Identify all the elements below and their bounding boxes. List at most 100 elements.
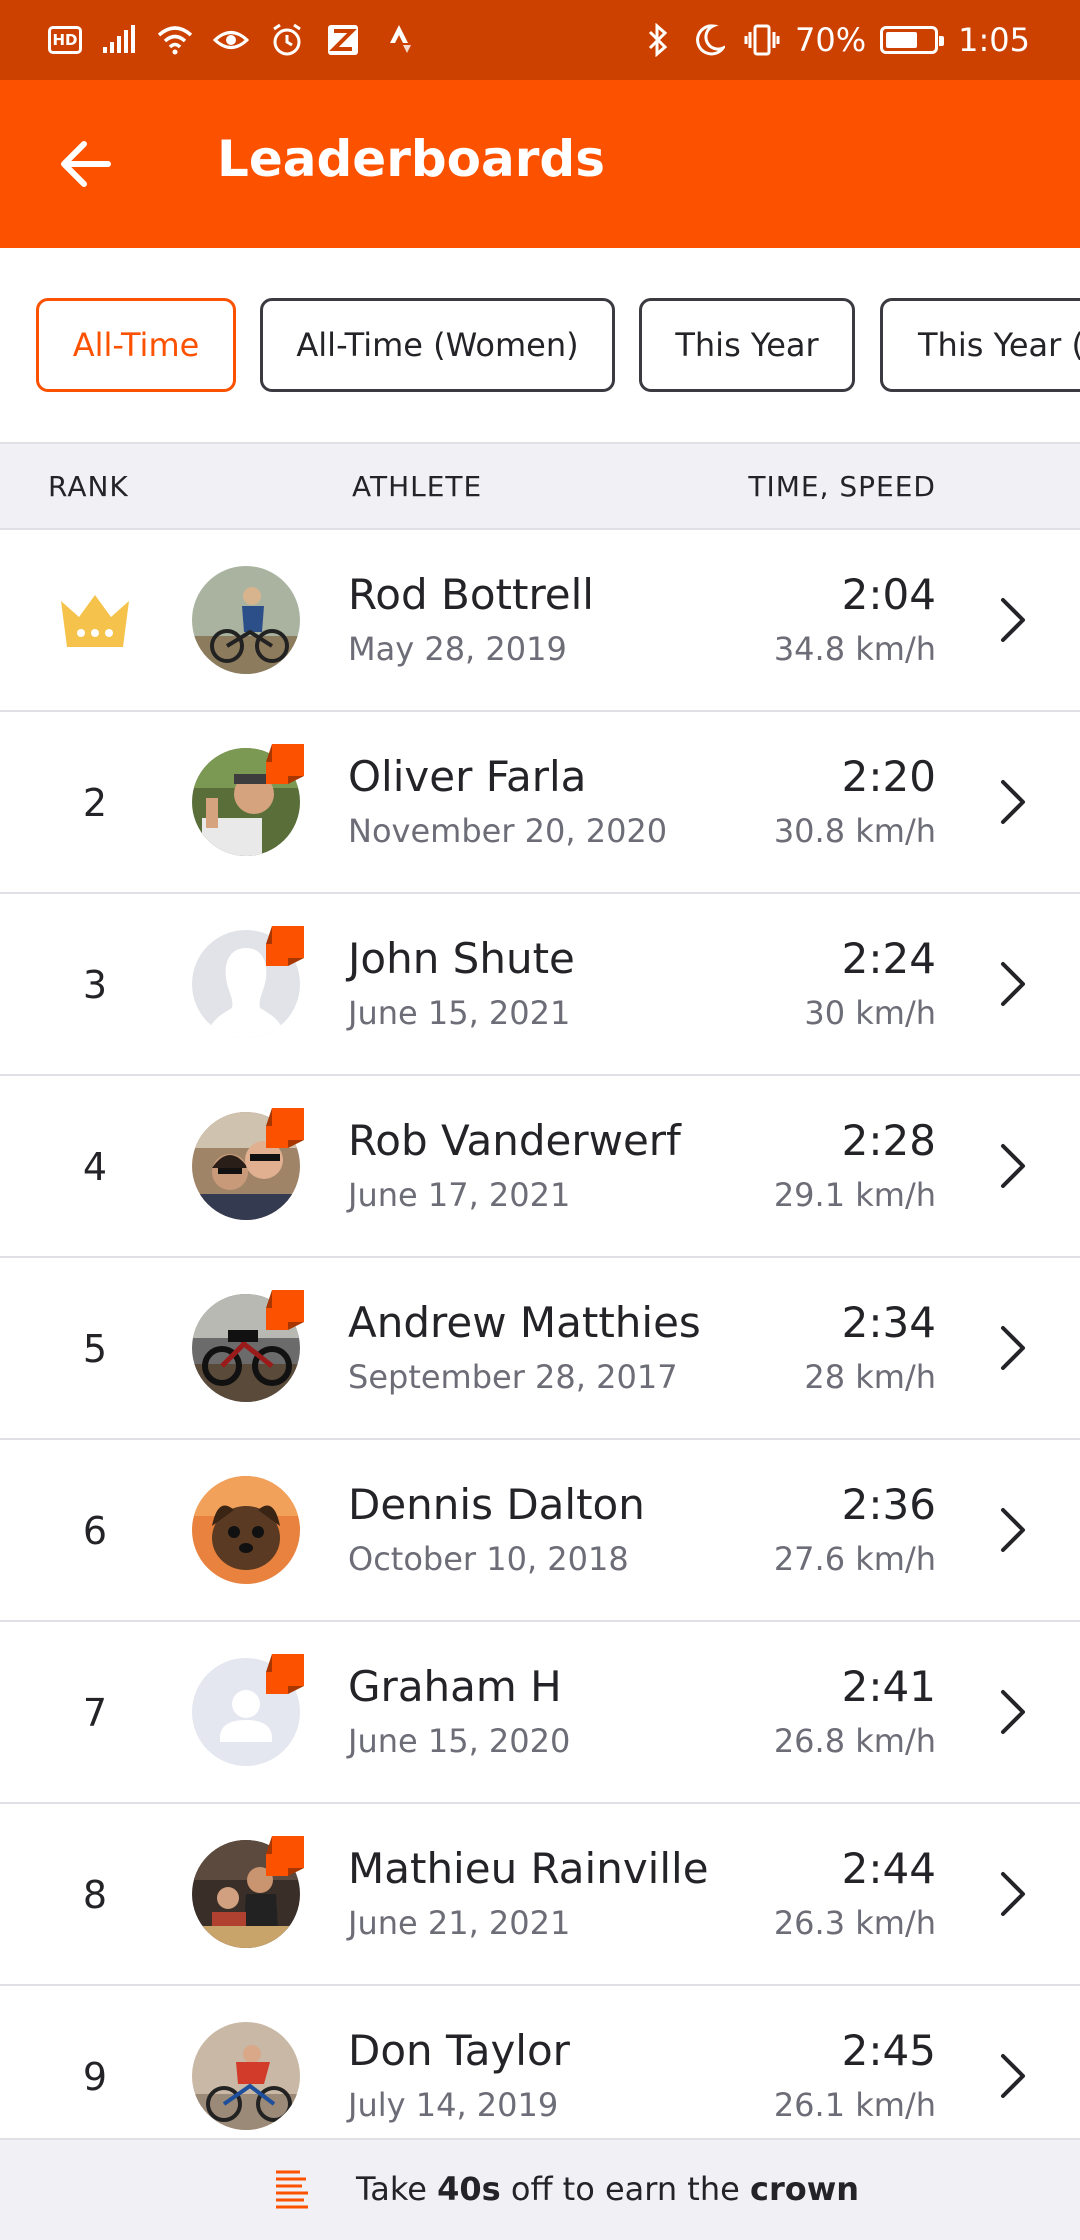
subscriber-badge-icon	[264, 1106, 306, 1150]
leaderboard-row[interactable]: 2 Oliver Farla November 20, 2020 2:20 30.8 k…	[0, 712, 1080, 894]
column-header: RANK ATHLETE TIME, SPEED	[0, 442, 1080, 530]
subscriber-badge-icon	[264, 742, 306, 786]
hd-icon: HD	[48, 26, 82, 54]
crown-footer[interactable]: Take 40s off to earn the crown	[0, 2138, 1080, 2240]
battery-percent: 70%	[795, 21, 867, 59]
segment-icon	[272, 2168, 312, 2214]
effort-speed: 29.1 km/h	[773, 1176, 936, 1214]
effort-date: September 28, 2017	[348, 1358, 678, 1396]
signal-icon	[100, 21, 138, 59]
chip-all-time-women[interactable]: All-Time (Women)	[260, 298, 615, 392]
status-bar-left: HD	[48, 18, 418, 62]
effort-time: 2:34	[841, 1298, 936, 1347]
rank-number: 7	[82, 1691, 108, 1735]
footer-time: 40s	[437, 2170, 501, 2208]
athlete-name: Mathieu Rainville	[348, 1844, 709, 1893]
athlete-name: John Shute	[348, 934, 575, 983]
effort-time: 2:28	[841, 1116, 936, 1165]
rank-number: 8	[82, 1873, 108, 1917]
rank-cell	[40, 530, 150, 712]
athlete-name: Graham H	[348, 1662, 562, 1711]
alarm-icon	[268, 21, 306, 59]
chevron-right-icon[interactable]	[982, 1500, 1042, 1560]
effort-date: July 14, 2019	[348, 2086, 559, 2124]
back-button[interactable]	[40, 124, 130, 204]
chevron-right-icon[interactable]	[982, 1136, 1042, 1196]
effort-date: June 15, 2021	[348, 994, 571, 1032]
vibrate-icon	[743, 21, 781, 59]
athlete-name: Oliver Farla	[348, 752, 587, 801]
avatar[interactable]	[192, 1476, 300, 1584]
leaderboard-row[interactable]: Rod Bottrell May 28, 2019 2:04 34.8 km/h	[0, 530, 1080, 712]
effort-date: October 10, 2018	[348, 1540, 629, 1578]
arrow-left-icon	[61, 141, 111, 187]
athlete-name: Rob Vanderwerf	[348, 1116, 681, 1165]
effort-time: 2:44	[841, 1844, 936, 1893]
leaderboard-row[interactable]: 7 Graham H June 15, 2020 2:41 26.8 km/h	[0, 1622, 1080, 1804]
avatar[interactable]	[192, 566, 300, 674]
moon-icon	[691, 21, 729, 59]
rank-number: 6	[82, 1509, 108, 1553]
avatar[interactable]	[192, 2022, 300, 2130]
leaderboard-row[interactable]: 8 Mathieu Rainville June 21, 2021 2:44 26.3 …	[0, 1804, 1080, 1986]
subscriber-badge-icon	[264, 1652, 306, 1696]
athlete-name: Dennis Dalton	[348, 1480, 645, 1529]
footer-prefix: Take	[356, 2170, 438, 2208]
effort-date: May 28, 2019	[348, 630, 567, 668]
effort-time: 2:04	[841, 570, 936, 619]
effort-time: 2:36	[841, 1480, 936, 1529]
column-time-speed: TIME, SPEED	[748, 470, 936, 503]
effort-time: 2:24	[841, 934, 936, 983]
chevron-right-icon[interactable]	[982, 2046, 1042, 2106]
chevron-right-icon[interactable]	[982, 590, 1042, 650]
athlete-name: Andrew Matthies	[348, 1298, 701, 1347]
leaderboard-row[interactable]: 6 Dennis Dalton October 10, 2018 2:36 27.6 k…	[0, 1440, 1080, 1622]
chip-all-time[interactable]: All-Time	[36, 298, 236, 392]
chevron-right-icon[interactable]	[982, 1864, 1042, 1924]
battery-fill	[886, 32, 917, 48]
effort-speed: 28 km/h	[804, 1358, 936, 1396]
chip-this-year[interactable]: This Year	[639, 298, 855, 392]
crown-icon	[61, 595, 129, 647]
effort-date: November 20, 2020	[348, 812, 668, 850]
effort-date: June 17, 2021	[348, 1176, 571, 1214]
leaderboard-row[interactable]: 4 Rob Vanderwerf June 17, 2021 2:28 29.1 km/…	[0, 1076, 1080, 1258]
athlete-name: Rod Bottrell	[348, 570, 594, 619]
effort-speed: 27.6 km/h	[773, 1540, 936, 1578]
effort-speed: 26.1 km/h	[773, 2086, 936, 2124]
wifi-icon	[156, 21, 194, 59]
status-bar: HD 70% 1:05	[0, 0, 1080, 80]
rank-number: 3	[82, 963, 108, 1007]
bluetooth-icon	[639, 21, 677, 59]
battery-icon	[880, 26, 945, 54]
rank-number: 5	[82, 1327, 108, 1371]
effort-speed: 26.3 km/h	[773, 1904, 936, 1942]
app-notification-icon	[324, 21, 362, 59]
leaderboard-row[interactable]: 5 Andrew Matthies September 28, 2017 2:34 28…	[0, 1258, 1080, 1440]
athlete-name: Don Taylor	[348, 2026, 570, 2075]
effort-speed: 30 km/h	[804, 994, 936, 1032]
chevron-right-icon[interactable]	[982, 772, 1042, 832]
rank-number: 4	[82, 1145, 108, 1189]
leaderboard-row[interactable]: 3 John Shute June 15, 2021 2:24 30 km/h	[0, 894, 1080, 1076]
chevron-right-icon[interactable]	[982, 1318, 1042, 1378]
chip-this-year-women[interactable]: This Year (	[880, 298, 1080, 392]
effort-time: 2:20	[841, 752, 936, 801]
effort-time: 2:45	[841, 2026, 936, 2075]
status-bar-right: 70% 1:05	[639, 18, 1030, 62]
subscriber-badge-icon	[264, 1288, 306, 1332]
effort-time: 2:41	[841, 1662, 936, 1711]
chevron-right-icon[interactable]	[982, 1682, 1042, 1742]
leaderboard-list: Rod Bottrell May 28, 2019 2:04 34.8 km/h 2 Ol…	[0, 530, 1080, 2168]
effort-date: June 15, 2020	[348, 1722, 571, 1760]
footer-crown: crown	[749, 2170, 860, 2208]
effort-speed: 26.8 km/h	[773, 1722, 936, 1760]
eye-icon	[212, 21, 250, 59]
app-bar: Leaderboards	[0, 80, 1080, 248]
chevron-right-icon[interactable]	[982, 954, 1042, 1014]
clock: 1:05	[958, 21, 1030, 59]
page-title: Leaderboards	[217, 130, 605, 188]
subscriber-badge-icon	[264, 1834, 306, 1878]
rank-number: 2	[82, 781, 108, 825]
footer-middle: off to earn the	[500, 2170, 750, 2208]
